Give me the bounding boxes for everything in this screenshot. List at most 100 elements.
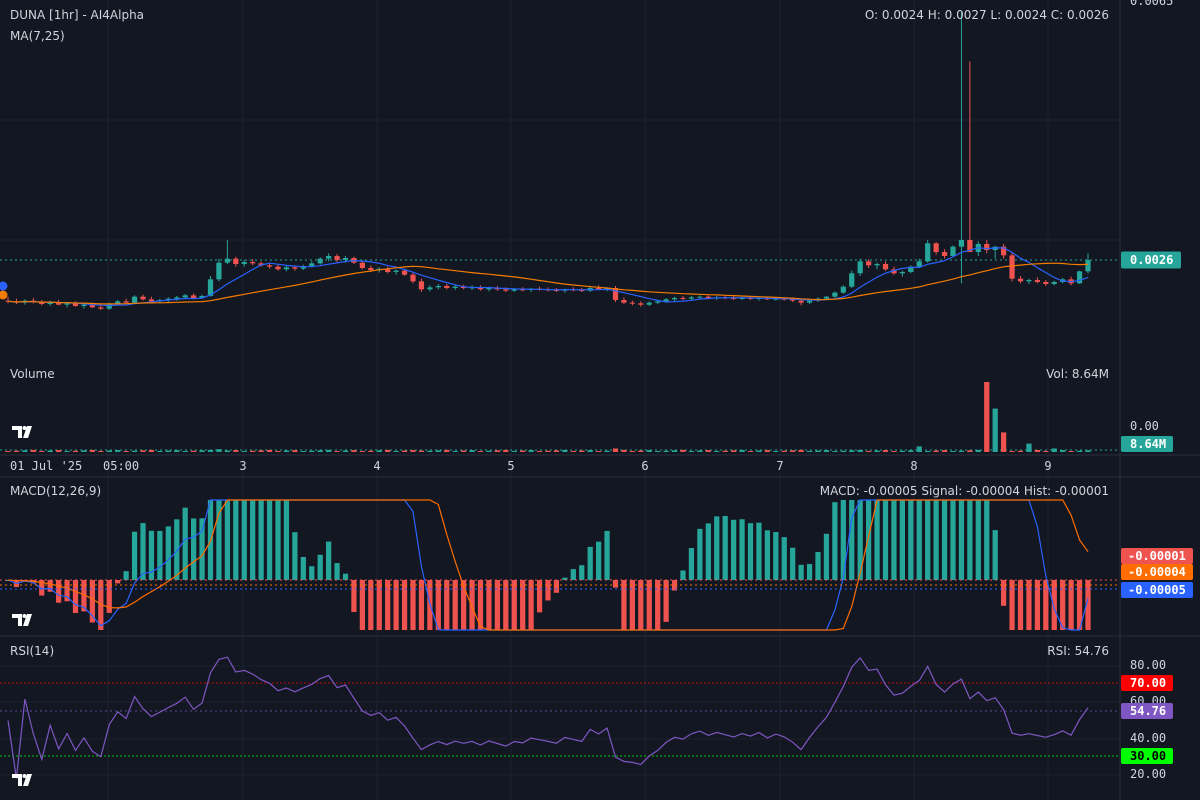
volume-bar: [56, 450, 62, 452]
macd-hist-bar: [258, 500, 264, 580]
candles: [5, 12, 1091, 310]
candle-body: [925, 243, 931, 262]
macd-hist-bar: [798, 564, 804, 580]
volume-pane[interactable]: [0, 382, 1120, 452]
macd-hist-bar: [174, 519, 180, 580]
volume-bar: [697, 450, 703, 452]
volume-bar: [461, 450, 467, 452]
volume-bar: [680, 449, 686, 452]
volume-bar: [891, 451, 897, 452]
macd-hist-bar: [857, 500, 863, 580]
candle-body: [621, 300, 627, 303]
volume-bar: [570, 450, 576, 452]
macd-hist-tag: -0.00001: [1128, 549, 1186, 563]
rsi-tick-20: 20.00: [1130, 767, 1166, 781]
macd-hist-bar: [494, 580, 500, 630]
macd-hist-bar: [520, 580, 526, 630]
rsi-tick-40: 40.00: [1130, 731, 1166, 745]
candle-body: [266, 265, 273, 267]
candle-body: [191, 295, 197, 298]
candle-body: [444, 286, 450, 288]
candle-body: [806, 300, 813, 303]
volume-bar: [882, 450, 889, 452]
rsi-lower-tag: 30.00: [1130, 749, 1166, 763]
macd-hist-bar: [1001, 580, 1007, 606]
price-pane[interactable]: [0, 12, 1120, 310]
volume-bar: [832, 451, 838, 452]
volume-bar: [477, 451, 484, 452]
macd-hist-bar: [283, 500, 290, 580]
volume-bar: [722, 450, 728, 452]
candle-body: [840, 286, 846, 293]
volume-bar: [874, 450, 880, 452]
volume-zero-tick: 0.00: [1130, 419, 1159, 433]
macd-hist-bar: [123, 571, 129, 580]
volume-bar: [1009, 451, 1015, 452]
macd-hist-bar: [975, 500, 981, 580]
macd-hist-bar: [705, 523, 711, 580]
volume-bar: [444, 449, 450, 452]
volume-bar: [756, 450, 762, 452]
candle-body: [410, 274, 416, 282]
volume-bar: [1017, 450, 1024, 452]
volume-bar: [790, 450, 796, 452]
macd-hist-bar: [528, 580, 534, 630]
volume-readout: Vol: 8.64M: [1046, 367, 1109, 381]
rsi-tick-80: 80.00: [1130, 658, 1166, 672]
volume-bar: [1051, 448, 1057, 452]
volume-bar: [714, 451, 720, 452]
volume-bar: [486, 450, 492, 452]
candle-body: [1017, 278, 1024, 282]
time-tick: 7: [776, 459, 783, 473]
volume-bar: [216, 449, 222, 452]
candle-body: [123, 301, 129, 303]
macd-hist-bar: [241, 500, 247, 580]
volume-bar: [140, 450, 146, 452]
time-tick: 5: [507, 459, 514, 473]
macd-readout: MACD: -0.00005 Signal: -0.00004 Hist: -0…: [820, 484, 1109, 498]
chart-title: DUNA [1hr] - AI4Alpha: [10, 8, 144, 22]
macd-hist-bar: [469, 580, 475, 630]
volume-bar: [731, 450, 737, 452]
volume-bar: [849, 450, 855, 452]
volume-bar: [123, 451, 129, 452]
time-tick: 01 Jul '25: [10, 459, 82, 473]
volume-bar: [317, 450, 323, 452]
candle-body: [140, 296, 146, 300]
volume-bar: [933, 450, 939, 452]
macd-pane[interactable]: [0, 499, 1120, 631]
volume-bar: [520, 450, 526, 452]
candle-body: [368, 268, 374, 270]
macd-hist-bar: [359, 580, 365, 630]
macd-hist-bar: [941, 500, 948, 580]
macd-hist-bar: [1026, 580, 1032, 630]
candle-body: [503, 289, 509, 291]
volume-bar: [435, 450, 441, 452]
volume-bar: [241, 451, 247, 452]
trading-chart[interactable]: DUNA [1hr] - AI4Alpha MA(7,25) O: 0.0024…: [0, 0, 1200, 800]
chart-grid: [0, 0, 1120, 800]
volume-bar: [908, 450, 914, 452]
volume-bar: [815, 450, 821, 452]
volume-bar: [427, 450, 433, 452]
volume-bar: [866, 450, 872, 452]
macd-hist-bar: [275, 500, 281, 580]
volume-bar: [385, 449, 391, 452]
volume-bar: [984, 382, 990, 452]
macd-hist-bar: [612, 580, 619, 588]
volume-bar: [925, 450, 931, 452]
macd-hist-bar: [781, 537, 787, 580]
macd-hist-bar: [292, 532, 298, 580]
macd-hist-bar: [342, 573, 349, 580]
volume-bar: [798, 449, 804, 452]
rsi-pane[interactable]: [0, 656, 1120, 779]
volume-bar: [224, 450, 230, 452]
macd-hist-bar: [570, 569, 576, 580]
candle-body: [81, 304, 87, 306]
volume-bar: [1026, 443, 1032, 452]
volume-bar: [165, 450, 171, 452]
macd-value-tag: -0.00005: [1128, 583, 1186, 597]
volume-bar: [22, 450, 28, 452]
macd-hist-bar: [553, 580, 560, 593]
candle-body: [334, 256, 340, 260]
